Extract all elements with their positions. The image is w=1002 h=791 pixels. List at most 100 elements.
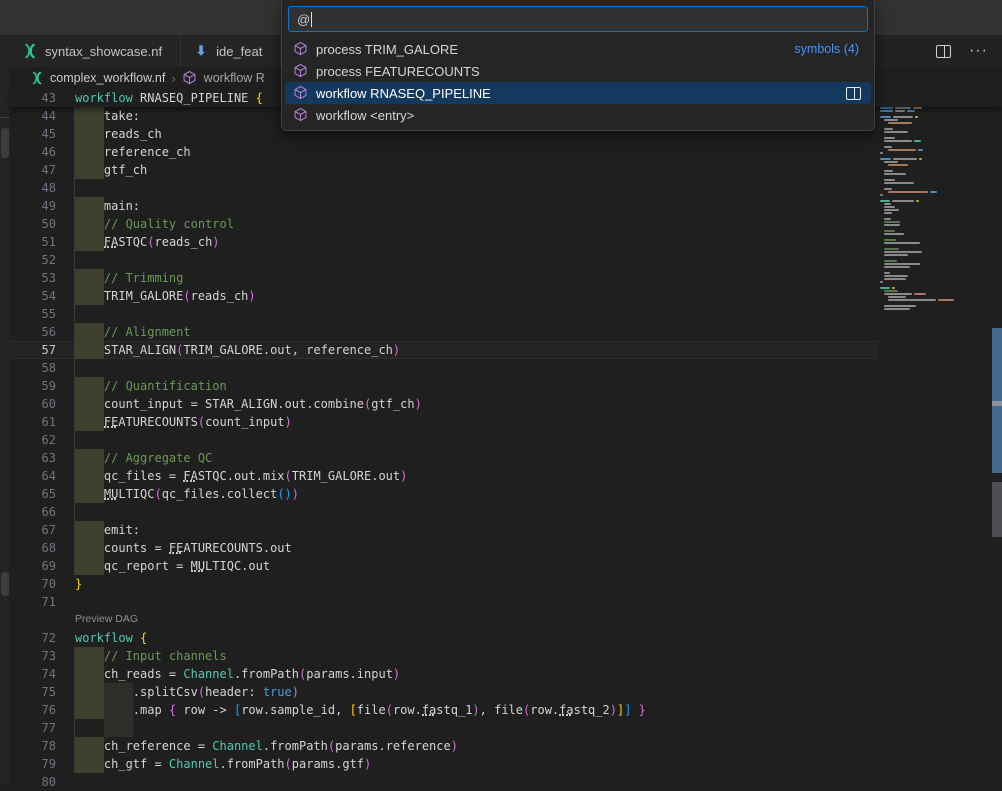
code-line[interactable]: 64 qc_files = FASTQC.out.mix(TRIM_GALORE… [10,467,1002,485]
quick-open-item[interactable]: workflow <entry> [285,104,871,126]
code-line[interactable]: 49 main: [10,197,1002,215]
code-lines[interactable]: 44 take:45 reads_ch46 reference_ch47 gtf… [10,107,1002,791]
code-text: .splitCsv(header: true) [75,683,868,701]
code-token: ( [154,487,161,501]
code-token: ch_reads = [75,667,183,681]
split-editor-icon[interactable] [936,45,951,58]
scrollbar-slider[interactable] [992,482,1002,537]
rail-marker[interactable] [1,128,9,158]
code-editor[interactable]: 43workflow RNASEQ_PIPELINE { 44 take:45 … [10,89,1002,783]
code-line[interactable]: 57 STAR_ALIGN(TRIM_GALORE.out, reference… [10,341,1002,359]
code-line[interactable]: 65 MULTIQC(qc_files.collect()) [10,485,1002,503]
minimap-segment [919,158,922,160]
minimap-segment [892,200,914,202]
code-token: ) [610,703,617,717]
breadcrumb-symbol[interactable]: workflow R [204,71,265,85]
code-token: fastq_2 [559,703,610,717]
tab-syntax-showcase[interactable]: syntax_showcase.nf [10,35,181,67]
code-token: ) [472,703,479,717]
code-line[interactable]: 73 // Input channels [10,647,1002,665]
code-line[interactable]: 74 ch_reads = Channel.fromPath(params.in… [10,665,1002,683]
code-line[interactable]: 75 .splitCsv(header: true) [10,683,1002,701]
code-text: FEATURECOUNTS(count_input) [75,413,868,431]
codelens-row[interactable]: Preview DAG [10,611,1002,629]
code-line[interactable]: 78 ch_reference = Channel.fromPath(param… [10,737,1002,755]
code-token: ( [147,235,154,249]
code-line[interactable]: 80 [10,773,1002,791]
symbol-class-icon [293,107,309,123]
code-line[interactable]: 76 .map { row -> [row.sample_id, [file(r… [10,701,1002,719]
code-token: reads_ch [75,127,162,141]
minimap-segment [884,188,892,190]
minimap-row [878,254,992,256]
minimap-row [878,233,992,235]
code-line[interactable]: 61 FEATURECOUNTS(count_input) [10,413,1002,431]
code-token: ( [183,289,190,303]
code-line[interactable]: 66 [10,503,1002,521]
code-line[interactable]: 79 ch_gtf = Channel.fromPath(params.gtf) [10,755,1002,773]
code-text: counts = FEATURECOUNTS.out [75,539,868,557]
symbols-count-badge[interactable]: symbols (4) [794,42,859,56]
code-line[interactable]: 47 gtf_ch [10,161,1002,179]
minimap[interactable] [878,89,992,783]
code-line[interactable]: 68 counts = FEATURECOUNTS.out [10,539,1002,557]
code-line[interactable]: 51 FASTQC(reads_ch) [10,233,1002,251]
tab-ide-features[interactable]: ⬇ ide_feat [181,35,281,67]
minimap-row [878,152,992,154]
code-token: } [639,703,646,717]
minimap-row [878,230,992,232]
code-token [75,235,104,249]
code-line[interactable]: 67 emit: [10,521,1002,539]
code-line[interactable]: 69 qc_report = MULTIQC.out [10,557,1002,575]
quick-open-item[interactable]: process FEATURECOUNTS [285,60,871,82]
rail-marker[interactable] [1,572,9,596]
comment-token: // Quantification [104,379,227,393]
quick-open-input[interactable]: @ [288,6,868,32]
line-number: 50 [10,215,56,233]
code-line[interactable]: 46 reference_ch [10,143,1002,161]
minimap-segment [884,131,908,133]
code-token: fastq_1 [422,703,473,717]
code-line[interactable]: 71 [10,593,1002,611]
minimap-segment [880,194,883,196]
line-number: 65 [10,485,56,503]
minimap-row [878,128,992,130]
minimap-row [878,302,992,304]
code-line[interactable]: 53 // Trimming [10,269,1002,287]
codelens-preview-dag[interactable]: Preview DAG [75,611,868,629]
code-line[interactable]: 77 [10,719,1002,737]
code-text: STAR_ALIGN(TRIM_GALORE.out, reference_ch… [75,341,868,359]
text-caret [311,12,312,27]
code-line[interactable]: 72workflow { [10,629,1002,647]
minimap-row [878,188,992,190]
code-line[interactable]: 56 // Alignment [10,323,1002,341]
code-line[interactable]: 52 [10,251,1002,269]
code-token: ch_gtf = [75,757,169,771]
rail-overflow-icon[interactable]: ··· [0,112,10,122]
code-line[interactable]: 70} [10,575,1002,593]
code-line[interactable]: 50 // Quality control [10,215,1002,233]
breadcrumb-file[interactable]: complex_workflow.nf [50,71,165,85]
code-line[interactable]: 58 [10,359,1002,377]
code-token: ) [393,667,400,681]
minimap-row [878,287,992,289]
comment-token: // Input channels [104,649,227,663]
code-line[interactable]: 55 [10,305,1002,323]
open-to-side-icon[interactable] [846,87,861,100]
quick-open-item[interactable]: process TRIM_GALOREsymbols (4) [285,38,871,60]
quick-open-item[interactable]: workflow RNASEQ_PIPELINE [285,82,871,104]
code-line[interactable]: 63 // Aggregate QC [10,449,1002,467]
more-actions-icon[interactable]: ··· [969,46,988,56]
code-token: qc_files.collect [162,487,278,501]
minimap-segment [884,239,896,241]
code-line[interactable]: 62 [10,431,1002,449]
code-line[interactable]: 54 TRIM_GALORE(reads_ch) [10,287,1002,305]
minimap-row [878,227,992,229]
minimap-row [878,191,992,193]
quick-open-item-label: process FEATURECOUNTS [316,64,480,79]
code-line[interactable]: 48 [10,179,1002,197]
code-line[interactable]: 59 // Quantification [10,377,1002,395]
code-line[interactable]: 60 count_input = STAR_ALIGN.out.combine(… [10,395,1002,413]
line-number: 49 [10,197,56,215]
minimap-row [878,251,992,253]
